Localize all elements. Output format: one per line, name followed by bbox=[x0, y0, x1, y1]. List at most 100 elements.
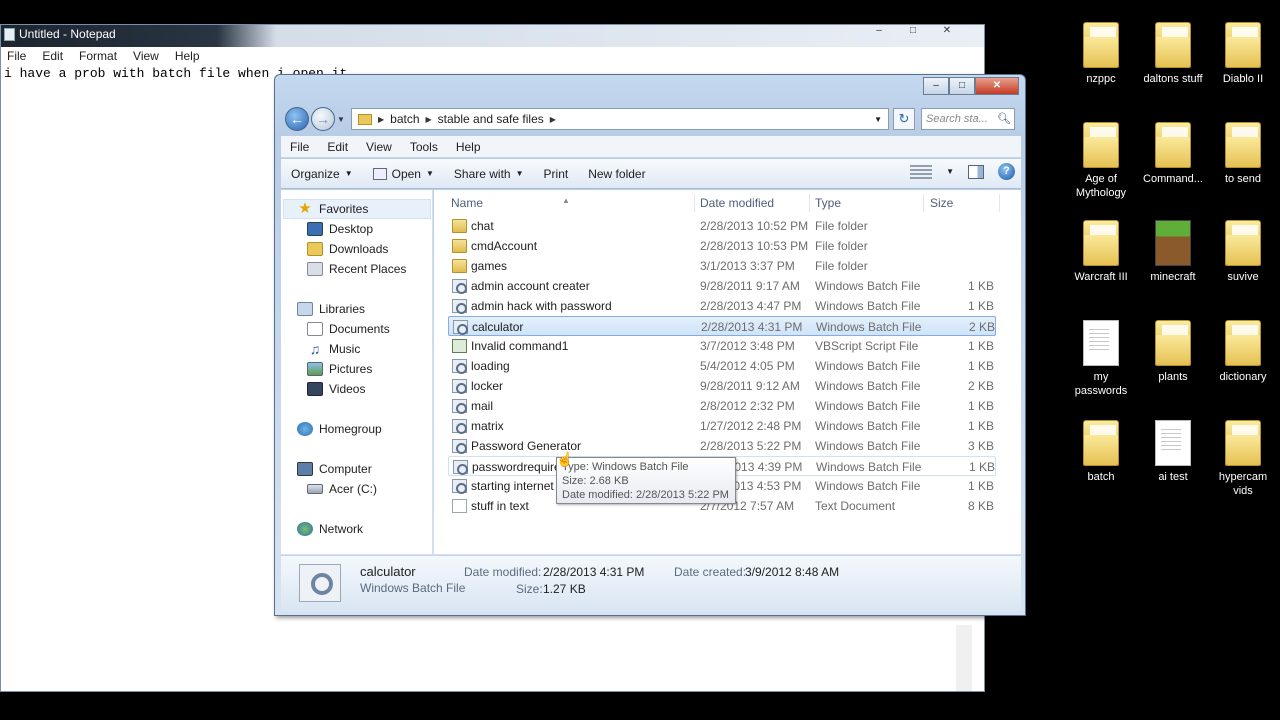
file-row[interactable]: admin hack with password 2/28/2013 4:47 P… bbox=[448, 296, 996, 316]
nav-downloads[interactable]: Downloads bbox=[307, 239, 388, 259]
open-button[interactable]: Open ▼ bbox=[363, 167, 444, 181]
batch-file-icon bbox=[452, 419, 467, 434]
column-date-modified[interactable]: Date modified bbox=[700, 196, 774, 210]
menu-file[interactable]: File bbox=[281, 136, 318, 157]
menu-view[interactable]: View bbox=[133, 47, 159, 65]
recent-pages-dropdown-icon[interactable]: ▼ bbox=[337, 115, 345, 124]
menu-view[interactable]: View bbox=[357, 136, 401, 157]
file-name: calculator bbox=[472, 320, 524, 334]
new-folder-button[interactable]: New folder bbox=[578, 167, 655, 181]
address-history-dropdown-icon[interactable]: ▼ bbox=[874, 115, 882, 124]
mouse-cursor-icon: ☝ bbox=[556, 451, 574, 467]
file-row[interactable]: loading 5/4/2012 4:05 PM Windows Batch Fil… bbox=[448, 356, 996, 376]
nav-acer-drive[interactable]: Acer (C:) bbox=[307, 479, 377, 499]
file-row[interactable]: locker 9/28/2011 9:12 AM Windows Batch Fil… bbox=[448, 376, 996, 396]
desktop-icon-item[interactable]: Command... bbox=[1138, 122, 1208, 186]
column-size[interactable]: Size bbox=[930, 196, 953, 210]
close-button[interactable]: ✕ bbox=[975, 77, 1019, 95]
desktop-icon-item[interactable]: Warcraft III bbox=[1066, 220, 1136, 284]
batch-file-icon bbox=[452, 379, 467, 394]
file-row[interactable]: cmdAccount 2/28/2013 10:53 PM File folder bbox=[448, 236, 996, 256]
notepad-titlebar[interactable]: Untitled - Notepad – □ ✕ bbox=[1, 25, 984, 47]
desktop-icon-item[interactable]: my passwords bbox=[1066, 320, 1136, 398]
nav-recent-places[interactable]: Recent Places bbox=[307, 259, 406, 279]
nav-network[interactable]: Network bbox=[297, 519, 363, 539]
nav-libraries[interactable]: Libraries bbox=[297, 299, 365, 319]
column-type[interactable]: Type bbox=[815, 196, 841, 210]
close-icon[interactable]: ✕ bbox=[934, 25, 960, 39]
desktop-icon-item[interactable]: minecraft bbox=[1138, 220, 1208, 284]
search-input[interactable]: Search sta... 🔍︎ bbox=[921, 108, 1015, 130]
desktop-icon-item[interactable]: ai test bbox=[1138, 420, 1208, 484]
menu-format[interactable]: Format bbox=[79, 47, 117, 65]
breadcrumb-batch[interactable]: batch bbox=[390, 112, 419, 126]
minimize-button[interactable]: – bbox=[923, 77, 949, 95]
desktop-icon-item[interactable]: suvive bbox=[1208, 220, 1278, 284]
share-with-button[interactable]: Share with ▼ bbox=[444, 167, 534, 181]
file-row[interactable]: games 3/1/2013 3:37 PM File folder bbox=[448, 256, 996, 276]
organize-button[interactable]: Organize ▼ bbox=[281, 167, 363, 181]
file-row[interactable]: calculator 2/28/2013 4:31 PM Windows Batch… bbox=[448, 316, 996, 336]
print-label: Print bbox=[543, 166, 569, 181]
back-arrow-icon[interactable]: ← bbox=[285, 107, 309, 131]
nav-desktop[interactable]: Desktop bbox=[307, 219, 373, 239]
desktop-icon-item[interactable]: hypercam vids bbox=[1208, 420, 1278, 498]
file-date-modified: 2/28/2013 4:47 PM bbox=[700, 299, 802, 313]
breadcrumb-dropdown-icon[interactable]: ▶ bbox=[550, 115, 556, 124]
help-icon[interactable]: ? bbox=[998, 163, 1015, 180]
breadcrumb-stable-and-safe-files[interactable]: stable and safe files bbox=[438, 112, 544, 126]
folder-icon bbox=[452, 219, 467, 233]
breadcrumb-separator-icon: ▶ bbox=[378, 114, 385, 124]
nav-pictures[interactable]: Pictures bbox=[307, 359, 372, 379]
desktop-icon-item[interactable]: nzppc bbox=[1066, 22, 1136, 86]
maximize-button[interactable]: □ bbox=[949, 77, 975, 95]
nav-videos[interactable]: Videos bbox=[307, 379, 365, 399]
file-name: locker bbox=[471, 379, 504, 393]
nav-computer[interactable]: Computer bbox=[297, 459, 372, 479]
preview-pane-icon[interactable] bbox=[968, 164, 984, 179]
search-icon[interactable]: 🔍︎ bbox=[997, 109, 1011, 129]
nav-documents[interactable]: Documents bbox=[307, 319, 390, 339]
desktop-icon-item[interactable]: plants bbox=[1138, 320, 1208, 384]
menu-help[interactable]: Help bbox=[447, 136, 490, 157]
menu-edit[interactable]: Edit bbox=[318, 136, 357, 157]
nav-music[interactable]: ♫ Music bbox=[307, 339, 361, 359]
menu-tools[interactable]: Tools bbox=[401, 136, 447, 157]
file-row[interactable]: mail 2/8/2012 2:32 PM Windows Batch File 1 … bbox=[448, 396, 996, 416]
open-icon bbox=[372, 167, 387, 180]
desktop-icon-item[interactable]: batch bbox=[1066, 420, 1136, 484]
column-name[interactable]: Name bbox=[451, 196, 483, 210]
nav-homegroup[interactable]: Homegroup bbox=[297, 419, 382, 439]
forward-arrow-icon[interactable]: → bbox=[311, 107, 335, 131]
file-row[interactable]: admin account creater 9/28/2011 9:17 AM Wi… bbox=[448, 276, 996, 296]
file-type: Text Document bbox=[815, 499, 896, 513]
navigation-pane: ★ Favorites Desktop Downloads Recent Plac… bbox=[281, 190, 433, 554]
desktop-icon-item[interactable]: to send bbox=[1208, 122, 1278, 186]
change-view-icon[interactable] bbox=[910, 164, 933, 179]
file-type: Windows Batch File bbox=[815, 279, 921, 293]
menu-help[interactable]: Help bbox=[175, 47, 200, 65]
menu-edit[interactable]: Edit bbox=[42, 47, 63, 65]
minimize-icon[interactable]: – bbox=[866, 25, 892, 39]
print-button[interactable]: Print bbox=[534, 167, 579, 181]
file-size: 1 KB bbox=[967, 299, 994, 313]
address-bar[interactable]: ▶ batch ▶ stable and safe files ▶ ▼ bbox=[351, 108, 889, 130]
maximize-icon[interactable]: □ bbox=[900, 25, 926, 39]
view-dropdown-icon[interactable]: ▼ bbox=[946, 167, 954, 176]
desktop-icon-item[interactable]: Diablo II bbox=[1208, 22, 1278, 86]
refresh-icon[interactable]: ↻ bbox=[893, 108, 915, 130]
chevron-down-icon: ▼ bbox=[515, 169, 524, 178]
menu-file[interactable]: File bbox=[7, 47, 26, 65]
desktop-icon-item[interactable]: Age of Mythology bbox=[1066, 122, 1136, 200]
nav-network-label: Network bbox=[319, 522, 364, 536]
nav-favorites[interactable]: ★ Favorites bbox=[297, 199, 368, 219]
nav-downloads-label: Downloads bbox=[329, 242, 389, 256]
desktop-icon-item[interactable]: daltons stuff bbox=[1138, 22, 1208, 86]
desktop-icon-item[interactable]: dictionary bbox=[1208, 320, 1278, 384]
file-row[interactable]: chat 2/28/2013 10:52 PM File folder bbox=[448, 216, 996, 236]
file-row[interactable]: Invalid command1 3/7/2012 3:48 PM VBScript… bbox=[448, 336, 996, 356]
desktop-icon-label: my passwords bbox=[1074, 371, 1128, 397]
notepad-scrollbar[interactable] bbox=[956, 625, 972, 691]
file-row[interactable]: matrix 1/27/2012 2:48 PM Windows Batch Fil… bbox=[448, 416, 996, 436]
file-row[interactable]: Password Generator 2/28/2013 5:22 PM Windo… bbox=[448, 436, 996, 456]
